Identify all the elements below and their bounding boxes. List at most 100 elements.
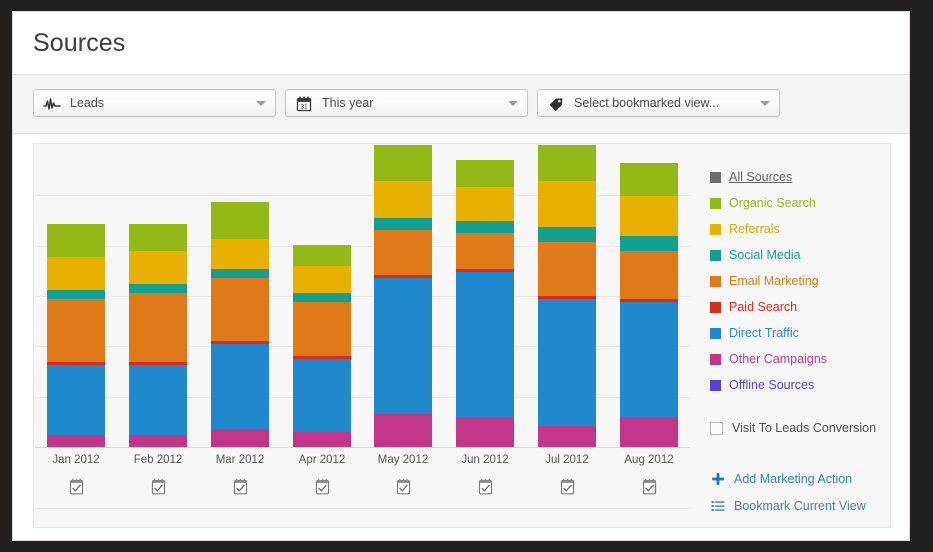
bar-segment[interactable] (129, 434, 187, 447)
bar-segment[interactable] (293, 265, 351, 294)
legend-item-direct-traffic[interactable]: Direct Traffic (710, 320, 888, 346)
legend-item-referrals[interactable]: Referrals (710, 216, 888, 242)
bar-segment[interactable] (211, 428, 269, 447)
legend-swatch (710, 327, 721, 339)
bar-segment[interactable] (620, 196, 678, 236)
bar-column[interactable] (129, 223, 187, 447)
bar-segment[interactable] (538, 425, 596, 447)
bar-segment[interactable] (374, 229, 432, 275)
legend-item-offline-sources[interactable]: Offline Sources (710, 372, 888, 398)
bar-segment[interactable] (620, 235, 678, 251)
legend-swatch (710, 223, 721, 235)
legend-item-organic-search[interactable]: Organic Search (710, 190, 888, 216)
x-axis-label: Mar 2012 (215, 454, 265, 466)
bar-segment[interactable] (538, 299, 596, 426)
bar-segment[interactable] (47, 223, 105, 257)
legend-item-email-marketing[interactable]: Email Marketing (710, 268, 888, 294)
bar-segment[interactable] (211, 344, 269, 429)
bar-segment[interactable] (456, 271, 514, 417)
bar-segment[interactable] (47, 290, 105, 300)
bar-segment[interactable] (456, 187, 514, 221)
calendar-check-icon[interactable] (363, 478, 443, 496)
bar-segment[interactable] (620, 302, 678, 417)
legend-item-social-media[interactable]: Social Media (710, 242, 888, 268)
bar-segment[interactable] (47, 299, 105, 363)
legend-label: Offline Sources (729, 378, 815, 392)
bar-column[interactable] (211, 202, 269, 447)
bar-segment[interactable] (129, 223, 187, 251)
bar-segment[interactable] (47, 365, 105, 435)
legend-swatch (710, 379, 721, 391)
bar-segment[interactable] (538, 241, 596, 297)
chart-legend: All Sources Organic Search Referrals Social… (710, 164, 888, 398)
legend-item-other-campaigns[interactable]: Other Campaigns (710, 346, 888, 372)
bar-segment[interactable] (129, 283, 187, 293)
bar-segment[interactable] (374, 217, 432, 230)
bar-column[interactable] (374, 145, 432, 447)
bar-column[interactable] (538, 145, 596, 447)
calendar-check-icon[interactable] (609, 478, 689, 496)
bar-column[interactable] (293, 244, 351, 447)
bar-segment[interactable] (211, 268, 269, 278)
bar-segment[interactable] (129, 250, 187, 284)
bar-segment[interactable] (620, 416, 678, 447)
bar-segment[interactable] (620, 163, 678, 197)
filter-toolbar: Leads 31 This year Select bookmarked vie… (13, 74, 909, 134)
legend-swatch (710, 301, 721, 313)
bar-segment[interactable] (456, 416, 514, 447)
add-marketing-action-link[interactable]: Add Marketing Action (710, 471, 852, 487)
legend-label: Direct Traffic (729, 326, 799, 340)
list-icon (710, 498, 726, 514)
bar-segment[interactable] (538, 145, 596, 182)
bar-segment[interactable] (620, 250, 678, 300)
bar-segment[interactable] (129, 365, 187, 435)
bar-column[interactable] (620, 163, 678, 447)
legend-swatch (710, 171, 721, 183)
bar-segment[interactable] (456, 160, 514, 188)
bar-segment[interactable] (293, 302, 351, 357)
legend-label: Email Marketing (729, 274, 819, 288)
bar-segment[interactable] (47, 256, 105, 290)
page-title: Sources (33, 29, 126, 57)
bar-segment[interactable] (374, 145, 432, 182)
calendar-check-icon[interactable] (118, 478, 198, 496)
calendar-check-icon[interactable] (282, 478, 362, 496)
bar-segment[interactable] (129, 293, 187, 363)
bar-segment[interactable] (211, 238, 269, 269)
calendar-check-icon[interactable] (36, 478, 116, 496)
sparkline-icon (43, 95, 61, 113)
legend-item-paid-search[interactable]: Paid Search (710, 294, 888, 320)
bar-segment[interactable] (538, 181, 596, 227)
bar-segment[interactable] (456, 220, 514, 233)
calendar-check-icon[interactable] (200, 478, 280, 496)
chevron-down-icon (760, 101, 770, 106)
bar-segment[interactable] (374, 277, 432, 414)
bar-segment[interactable] (374, 413, 432, 447)
bookmark-current-view-link[interactable]: Bookmark Current View (710, 498, 866, 514)
calendar-check-icon[interactable] (445, 478, 525, 496)
bar-segment[interactable] (538, 226, 596, 242)
metric-dropdown[interactable]: Leads (33, 89, 276, 117)
period-dropdown[interactable]: 31 This year (285, 89, 528, 117)
application-window: Sources Leads 31 This year Select bookma… (12, 11, 910, 541)
bar-segment[interactable] (456, 232, 514, 269)
bar-segment[interactable] (293, 359, 351, 432)
conversion-checkbox[interactable] (710, 421, 723, 435)
bar-column[interactable] (47, 223, 105, 447)
bookmark-current-view-label: Bookmark Current View (734, 499, 866, 513)
bar-column[interactable] (456, 160, 514, 447)
legend-swatch (710, 353, 721, 365)
chevron-down-icon (256, 101, 266, 106)
bar-segment[interactable] (374, 181, 432, 218)
visit-to-leads-conversion-toggle[interactable]: Visit To Leads Conversion (710, 421, 876, 435)
bar-segment[interactable] (211, 202, 269, 239)
legend-item-all-sources[interactable]: All Sources (710, 164, 888, 190)
bookmark-view-dropdown[interactable]: Select bookmarked view... (537, 89, 780, 117)
calendar-check-icon[interactable] (527, 478, 607, 496)
bar-segment[interactable] (293, 244, 351, 266)
marketing-action-icon-row (35, 473, 690, 509)
bar-segment[interactable] (293, 431, 351, 447)
bar-segment[interactable] (293, 293, 351, 303)
bar-segment[interactable] (211, 277, 269, 342)
bar-segment[interactable] (47, 434, 105, 447)
